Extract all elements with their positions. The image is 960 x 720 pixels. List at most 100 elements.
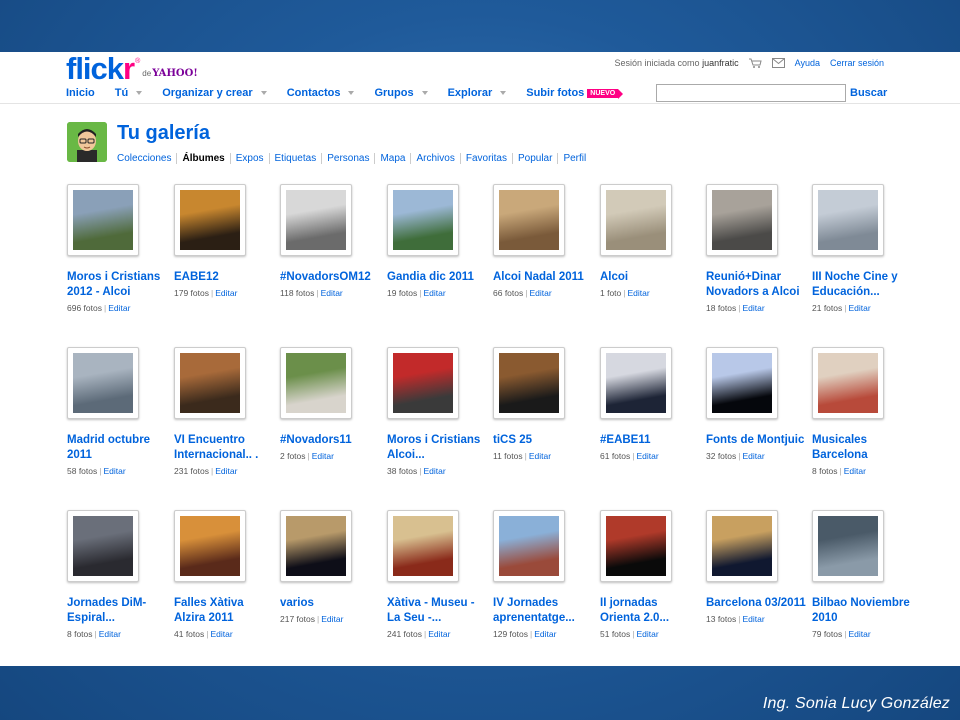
gallery-tab-1[interactable]: Álbumes	[176, 153, 229, 164]
album-title-link[interactable]: Barcelona 03/2011	[706, 596, 806, 611]
album-thumbnail[interactable]	[706, 347, 778, 419]
edit-album-link[interactable]: Editar	[529, 451, 551, 461]
album-title-link[interactable]: Falles Xàtiva Alzira 2011	[174, 596, 274, 626]
album-title-link[interactable]: Jornades DiM-Espiral...	[67, 596, 167, 626]
gallery-tab-8[interactable]: Popular	[511, 153, 557, 164]
album-thumbnail[interactable]	[493, 347, 565, 419]
edit-album-link[interactable]: Editar	[423, 466, 445, 476]
album-thumbnail[interactable]	[812, 184, 884, 256]
edit-album-link[interactable]: Editar	[742, 614, 764, 624]
album-title-link[interactable]: Xàtiva - Museu - La Seu -...	[387, 596, 487, 626]
edit-album-link[interactable]: Editar	[848, 629, 870, 639]
album-thumbnail[interactable]	[174, 510, 246, 582]
gallery-tab-3[interactable]: Etiquetas	[268, 153, 322, 164]
album-thumbnail[interactable]	[706, 510, 778, 582]
search-input[interactable]	[656, 84, 846, 102]
gallery-tab-7[interactable]: Favoritas	[459, 153, 512, 164]
album-thumbnail[interactable]	[280, 510, 352, 582]
edit-album-link[interactable]: Editar	[534, 629, 556, 639]
edit-album-link[interactable]: Editar	[636, 451, 658, 461]
album-title-link[interactable]: Alcoi	[600, 270, 700, 285]
album-thumbnail[interactable]	[387, 510, 459, 582]
edit-album-link[interactable]: Editar	[99, 629, 121, 639]
edit-album-link[interactable]: Editar	[423, 288, 445, 298]
edit-album-link[interactable]: Editar	[321, 288, 343, 298]
album-title-link[interactable]: tiCS 25	[493, 433, 593, 448]
album-thumbnail[interactable]	[280, 184, 352, 256]
album-title-link[interactable]: Alcoi Nadal 2011	[493, 270, 593, 285]
album-thumbnail[interactable]	[174, 184, 246, 256]
flickr-logo[interactable]: flickr ® de YAHOO!	[66, 53, 198, 84]
album-title-link[interactable]: #NovadorsOM12	[280, 270, 380, 285]
album-thumbnail[interactable]	[812, 510, 884, 582]
album-thumbnail[interactable]	[812, 347, 884, 419]
username-link[interactable]: juanfratic	[702, 58, 739, 68]
album-thumbnail[interactable]	[67, 347, 139, 419]
album-card: Moros i Cristians Alcoi... 38 fotos | Edita…	[387, 347, 487, 476]
edit-album-link[interactable]: Editar	[215, 466, 237, 476]
album-thumbnail[interactable]	[280, 347, 352, 419]
album-title-link[interactable]: VI Encuentro Internacional.. .	[174, 433, 274, 463]
nav-item-3[interactable]: Contactos	[287, 87, 355, 99]
nav-item-5[interactable]: Explorar	[448, 87, 507, 99]
album-thumbnail[interactable]	[67, 510, 139, 582]
edit-album-link[interactable]: Editar	[321, 614, 343, 624]
edit-album-link[interactable]: Editar	[103, 466, 125, 476]
album-title-link[interactable]: III Noche Cine y Educación...	[812, 270, 912, 300]
album-title-link[interactable]: Madrid octubre 2011	[67, 433, 167, 463]
album-title-link[interactable]: Moros i Cristians 2012 - Alcoi	[67, 270, 167, 300]
edit-album-link[interactable]: Editar	[529, 288, 551, 298]
avatar[interactable]	[67, 122, 107, 162]
album-thumbnail[interactable]	[67, 184, 139, 256]
album-title-link[interactable]: IV Jornades aprenentatge...	[493, 596, 593, 626]
gallery-tab-5[interactable]: Mapa	[374, 153, 410, 164]
mail-icon[interactable]	[771, 58, 785, 68]
album-thumbnail[interactable]	[600, 184, 672, 256]
album-title-link[interactable]: Fonts de Montjuic	[706, 433, 806, 448]
gallery-tab-9[interactable]: Perfil	[557, 153, 591, 164]
album-title-link[interactable]: #Novadors11	[280, 433, 380, 448]
help-link[interactable]: Ayuda	[795, 58, 820, 68]
album-thumbnail[interactable]	[493, 510, 565, 582]
edit-album-link[interactable]: Editar	[848, 303, 870, 313]
gallery-tab-6[interactable]: Archivos	[410, 153, 459, 164]
edit-album-link[interactable]: Editar	[215, 288, 237, 298]
album-thumbnail[interactable]	[493, 184, 565, 256]
search-button[interactable]: Buscar	[850, 87, 887, 99]
album-title-link[interactable]: EABE12	[174, 270, 274, 285]
logout-link[interactable]: Cerrar sesión	[830, 58, 884, 68]
edit-album-link[interactable]: Editar	[628, 288, 650, 298]
album-title-link[interactable]: Bilbao Noviembre 2010	[812, 596, 912, 626]
edit-album-link[interactable]: Editar	[108, 303, 130, 313]
album-title-link[interactable]: Gandia dic 2011	[387, 270, 487, 285]
edit-album-link[interactable]: Editar	[742, 303, 764, 313]
edit-album-link[interactable]: Editar	[742, 451, 764, 461]
album-title-link[interactable]: II jornadas Orienta 2.0...	[600, 596, 700, 626]
nav-item-1[interactable]: Tú	[115, 87, 143, 99]
edit-album-link[interactable]: Editar	[844, 466, 866, 476]
album-photo-count: 2 fotos	[280, 451, 306, 461]
album-title-link[interactable]: Musicales Barcelona	[812, 433, 912, 463]
edit-album-link[interactable]: Editar	[312, 451, 334, 461]
album-thumbnail[interactable]	[387, 184, 459, 256]
album-thumbnail[interactable]	[600, 510, 672, 582]
nav-item-4[interactable]: Grupos	[374, 87, 428, 99]
nav-item-0[interactable]: Inicio	[66, 87, 95, 99]
album-thumbnail[interactable]	[600, 347, 672, 419]
album-title-link[interactable]: #EABE11	[600, 433, 700, 448]
gallery-tab-2[interactable]: Expos	[229, 153, 269, 164]
album-title-link[interactable]: Reunió+Dinar Novadors a Alcoi	[706, 270, 806, 300]
album-thumbnail[interactable]	[706, 184, 778, 256]
nav-item-2[interactable]: Organizar y crear	[162, 87, 267, 99]
edit-album-link[interactable]: Editar	[210, 629, 232, 639]
album-thumbnail[interactable]	[174, 347, 246, 419]
nav-item-6[interactable]: Subir fotos NUEVO	[526, 87, 624, 99]
cart-icon[interactable]	[748, 58, 762, 68]
album-title-link[interactable]: Moros i Cristians Alcoi...	[387, 433, 487, 463]
edit-album-link[interactable]: Editar	[428, 629, 450, 639]
gallery-tab-4[interactable]: Personas	[321, 153, 374, 164]
gallery-tab-0[interactable]: Colecciones	[117, 153, 176, 164]
album-thumbnail[interactable]	[387, 347, 459, 419]
edit-album-link[interactable]: Editar	[636, 629, 658, 639]
album-title-link[interactable]: varios	[280, 596, 380, 611]
